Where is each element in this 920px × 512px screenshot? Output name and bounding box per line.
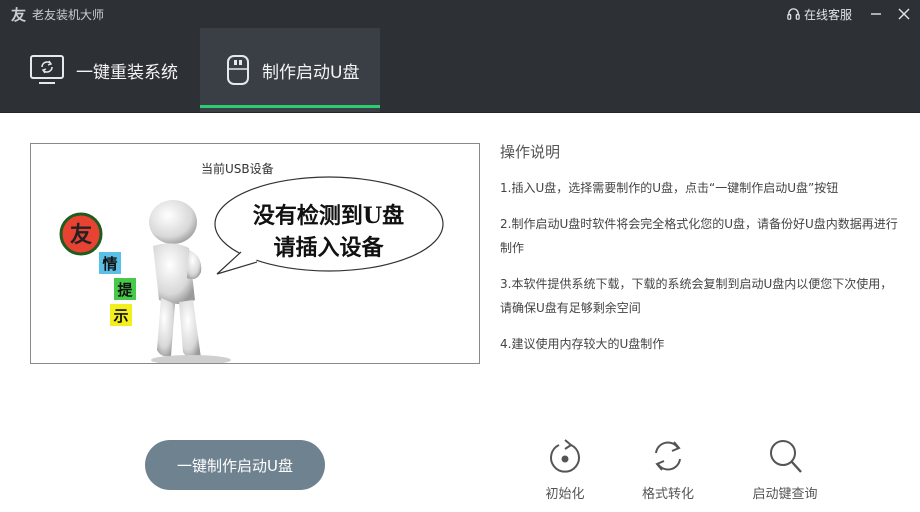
tab-label: 一键重装系统: [76, 62, 178, 83]
tool-label: 初始化: [545, 487, 585, 502]
boot-key-lookup-tool-button[interactable]: 启动键查询: [745, 437, 825, 502]
friend-logo-badge: 友: [59, 212, 103, 256]
search-icon: [770, 440, 802, 473]
title-bar: 友 老友装机大师 在线客服: [0, 0, 920, 28]
online-service-label: 在线客服: [804, 7, 853, 22]
tool-label: 格式转化: [641, 487, 694, 502]
active-tab-indicator: [200, 105, 380, 108]
no-usb-detected-text: 没有检测到U盘: [252, 203, 405, 229]
svg-text:友: 友: [70, 222, 92, 248]
online-service-button[interactable]: 在线客服: [786, 5, 852, 23]
tip-char: 提: [114, 278, 136, 300]
convert-icon: [655, 441, 681, 471]
header-divider: [0, 112, 920, 113]
instructions-title: 操作说明: [500, 143, 561, 161]
tip-char: 示: [110, 304, 132, 326]
tab-make-usb[interactable]: 制作启动U盘: [200, 28, 380, 112]
instruction-step: 3.本软件提供系统下载，下载的系统会复制到启动U盘内以便您下次使用，请确保U盘有…: [500, 277, 893, 315]
instruction-step: 2.制作启动U盘时软件将会完全格式化您的U盘，请备份好U盘内数据再进行制作: [500, 217, 898, 255]
tip-char: 情: [99, 252, 121, 274]
make-bootable-usb-button[interactable]: 一键制作启动U盘: [145, 440, 325, 490]
instructions-panel: 操作说明 1.插入U盘，选择需要制作的U盘，点击“一键制作启动U盘”按钮 2.制…: [500, 141, 900, 368]
app-title: 老友装机大师: [32, 8, 105, 22]
minimize-icon[interactable]: [864, 2, 888, 26]
initialize-tool-button[interactable]: 初始化: [525, 437, 605, 502]
tab-label: 制作启动U盘: [262, 62, 360, 83]
speech-bubble: 没有检测到U盘 请插入设备: [211, 174, 446, 276]
insert-device-text: 请插入设备: [273, 235, 384, 261]
instruction-step: 1.插入U盘，选择需要制作的U盘，点击“一键制作启动U盘”按钮: [500, 181, 839, 195]
instruction-step: 4.建议使用内存较大的U盘制作: [500, 337, 665, 351]
app-logo-icon: 友: [11, 6, 26, 23]
tab-bar: 一键重装系统 制作启动U盘: [0, 28, 920, 112]
close-icon[interactable]: [892, 2, 916, 26]
3d-person-figure: [149, 200, 231, 363]
reset-icon: [550, 439, 580, 473]
svg-text:友: 友: [11, 6, 26, 23]
tool-label: 启动键查询: [752, 487, 818, 502]
tab-one-click-reinstall[interactable]: 一键重装系统: [30, 28, 200, 112]
monitor-refresh-icon: [30, 55, 64, 84]
usb-status-picture: 当前USB设备 没有检测到U盘 请插入设备 友 情 提 示: [30, 143, 480, 364]
format-convert-tool-button[interactable]: 格式转化: [628, 437, 708, 502]
usb-drive-icon: [227, 55, 249, 85]
headset-icon: [787, 7, 800, 20]
app-window: 友 老友装机大师 在线客服 一键重装系统 制作启动U盘 当前USB设备 没有检测…: [0, 0, 920, 512]
